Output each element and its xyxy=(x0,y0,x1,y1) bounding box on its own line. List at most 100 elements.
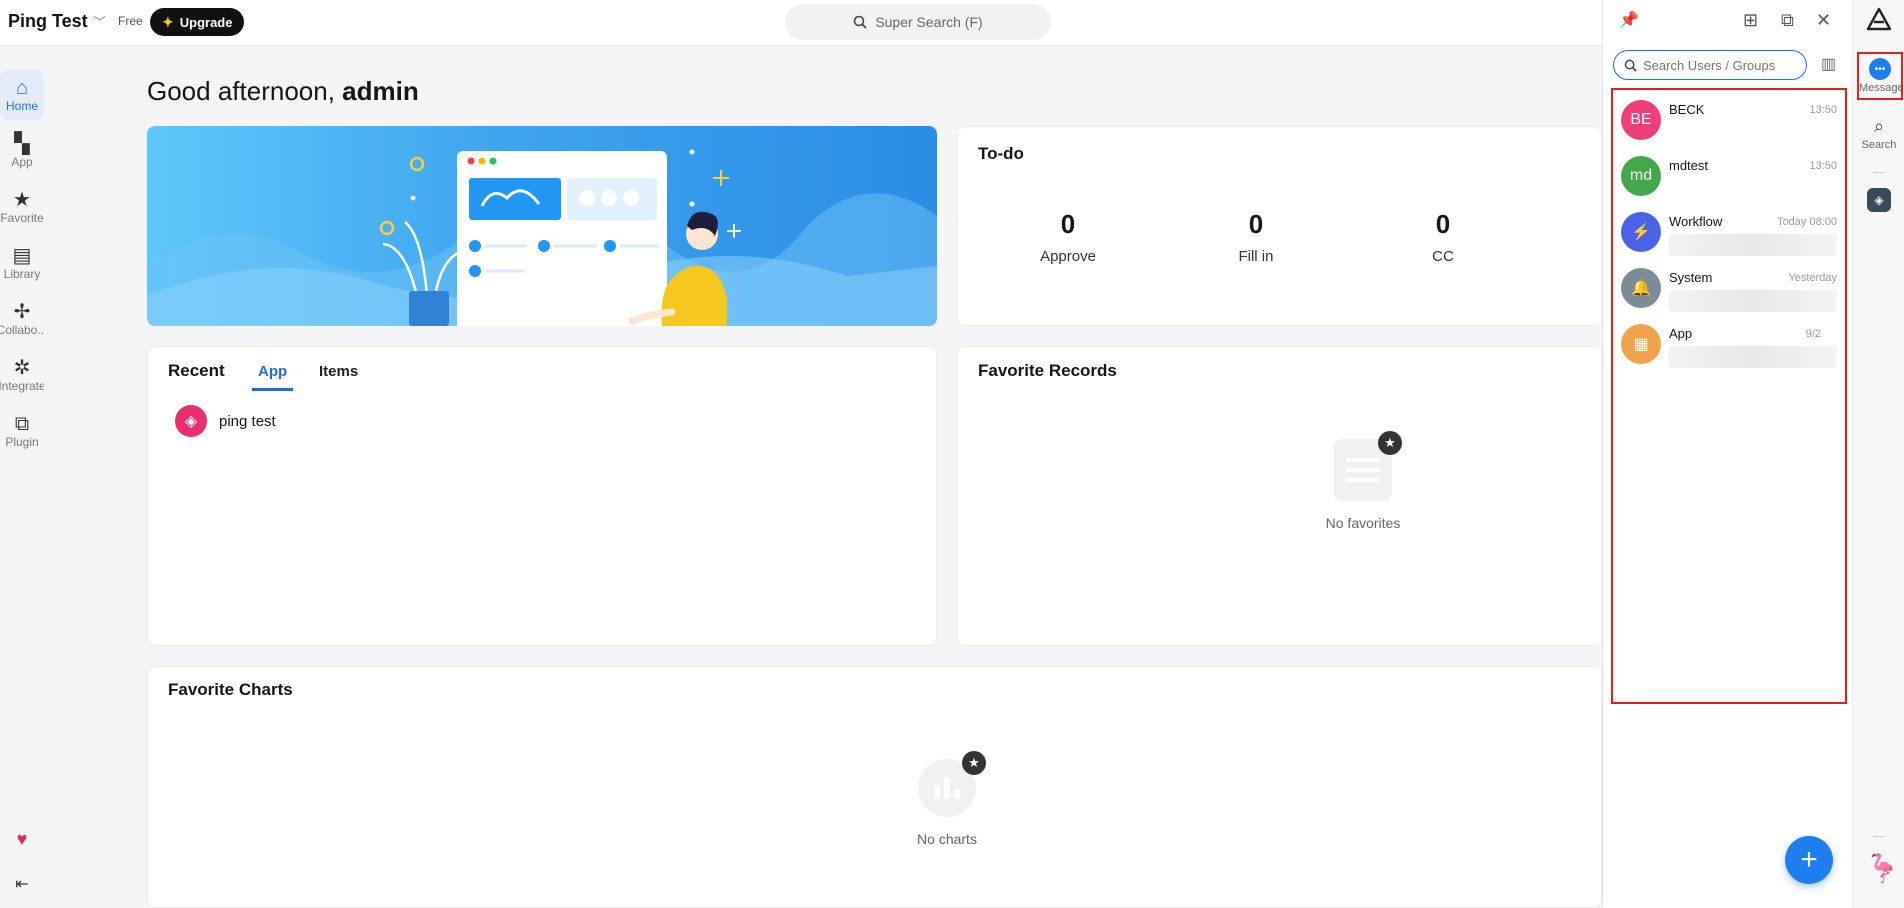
nav-item-app[interactable]: ▚ App xyxy=(0,126,44,176)
empty-state: ★ No favorites xyxy=(1313,431,1413,531)
empty-text: No favorites xyxy=(1325,515,1401,531)
messages-panel: 📌 ⊞ ⧉ ✕ ▥ BE BECK 13:50 md mdtest 13:50 … xyxy=(1602,0,1852,908)
star-icon: ★ xyxy=(13,189,31,211)
avatar: md xyxy=(1621,156,1661,196)
plus-icon: + xyxy=(1800,843,1818,876)
gift-icon[interactable]: ⊞ xyxy=(1743,10,1758,31)
star-badge-icon: ★ xyxy=(1378,431,1402,455)
nav-label: Integrate xyxy=(0,379,44,393)
message-preview-blurred xyxy=(1669,234,1837,256)
message-time: 13:50 xyxy=(1809,160,1837,172)
upgrade-button[interactable]: ✦ Upgrade xyxy=(150,8,245,36)
open-external-icon[interactable]: ⧉ xyxy=(1781,10,1794,31)
list-item[interactable]: ⚡ Workflow Today 08:00 xyxy=(1613,204,1845,260)
heart-icon: ♥ xyxy=(16,829,28,849)
pin-icon[interactable]: 📌 xyxy=(1619,10,1639,30)
message-time: Today 08:00 xyxy=(1777,216,1837,228)
nav-label: Favorite xyxy=(0,211,44,225)
greeting-prefix: Good afternoon, xyxy=(147,76,335,106)
user-search-input[interactable] xyxy=(1643,57,1793,73)
list-item[interactable]: 🔔 System Yesterday xyxy=(1613,260,1845,316)
favorite-records-title: Favorite Records xyxy=(978,361,1117,380)
home-icon: ⌂ xyxy=(15,77,29,99)
store-icon: ▤ xyxy=(12,245,32,267)
list-item[interactable]: ◈ ping test xyxy=(175,405,276,437)
todo-title: To-do xyxy=(978,144,1024,163)
pinwheel-icon: ✢ xyxy=(13,301,31,323)
banner-illustration xyxy=(147,149,937,326)
nav-item-plugin[interactable]: ⧉ Plugin xyxy=(0,406,44,456)
upgrade-label: Upgrade xyxy=(179,14,233,30)
stat-value: 0 xyxy=(1060,209,1076,239)
stat-label: CC xyxy=(1432,248,1454,265)
todo-cc[interactable]: 0 CC xyxy=(1383,209,1503,265)
bell-icon: 🔔 xyxy=(1621,268,1661,308)
left-nav: ⌂ Home ▚ App ★ Favorite ▤ Library ✢ Coll… xyxy=(0,46,44,908)
favorite-records-card: Favorite Records ★ No favorites xyxy=(957,346,1602,646)
rail-message-button[interactable]: ••• Message xyxy=(1857,52,1903,100)
document-icon: ★ xyxy=(1334,431,1402,501)
favorite-charts-card: Favorite Charts ★ No charts xyxy=(147,666,1602,908)
greeting: Good afternoon, admin xyxy=(147,76,419,107)
contacts-icon[interactable]: ▥ xyxy=(1821,54,1836,74)
message-name: Workflow xyxy=(1669,214,1723,229)
heart-button[interactable]: ♥ xyxy=(0,824,44,854)
message-name: System xyxy=(1669,270,1713,285)
collapse-nav-button[interactable]: ⇤ xyxy=(0,870,44,900)
message-time: 13:50 xyxy=(1809,104,1837,116)
nav-item-library[interactable]: ▤ Library xyxy=(0,238,44,288)
stat-label: Fill in xyxy=(1238,248,1274,265)
rail-search-label: Search xyxy=(1861,139,1897,151)
list-item[interactable]: ▦ App 9/2 xyxy=(1613,316,1845,372)
nav-item-collaboration[interactable]: ✢ Collabo... xyxy=(0,294,44,344)
divider xyxy=(1873,172,1885,173)
favorite-charts-title: Favorite Charts xyxy=(168,680,293,699)
message-name: App xyxy=(1669,326,1693,341)
nav-item-home[interactable]: ⌂ Home xyxy=(0,70,44,120)
message-list: BE BECK 13:50 md mdtest 13:50 ⚡ Workflow… xyxy=(1611,88,1847,704)
collapse-menu-icon: ⇤ xyxy=(15,876,29,893)
bar-chart-icon: ★ xyxy=(918,751,986,817)
close-icon[interactable]: ✕ xyxy=(1816,10,1831,31)
todo-fill-in[interactable]: 0 Fill in xyxy=(1196,209,1316,265)
tab-app[interactable]: App xyxy=(252,363,294,391)
greeting-user: admin xyxy=(342,76,419,106)
stat-label: Approve xyxy=(1040,248,1096,265)
message-time: Yesterday xyxy=(1788,272,1837,284)
user-search-field[interactable] xyxy=(1613,50,1807,80)
nav-label: Plugin xyxy=(5,435,39,449)
super-search-bar[interactable]: Super Search (F) xyxy=(785,4,1051,40)
new-message-button[interactable]: + xyxy=(1785,836,1833,884)
nav-label: Library xyxy=(3,267,41,281)
nav-item-integrate[interactable]: ✲ Integrate xyxy=(0,350,44,400)
message-preview-blurred xyxy=(1669,290,1837,312)
right-rail: ••• Message ⌕ Search ◈ 🦩 xyxy=(1852,0,1904,908)
chat-bubble-icon: ••• xyxy=(1869,58,1891,80)
flamingo-mascot-icon[interactable]: 🦩 xyxy=(1865,852,1900,885)
nav-label: Home xyxy=(5,99,38,113)
message-preview-blurred xyxy=(1669,346,1837,368)
grid-icon: ▚ xyxy=(14,133,30,155)
workspace-switcher[interactable]: Ping Test ﹀ xyxy=(8,11,106,32)
empty-text: No charts xyxy=(917,831,977,847)
stat-value: 0 xyxy=(1435,209,1451,239)
logo-icon xyxy=(1866,7,1892,31)
app-grid-icon: ▦ xyxy=(1621,324,1661,364)
welcome-banner xyxy=(147,126,937,326)
super-search-label: Super Search (F) xyxy=(875,14,983,30)
rail-message-label: Message xyxy=(1859,82,1903,94)
rail-search-button[interactable]: ⌕ Search xyxy=(1853,116,1904,151)
list-item[interactable]: md mdtest 13:50 xyxy=(1613,148,1845,204)
search-icon xyxy=(1624,59,1637,72)
cube-icon: ◈ xyxy=(175,405,207,437)
empty-state: ★ No charts xyxy=(897,751,997,847)
app-shortcut-icon[interactable]: ◈ xyxy=(1867,188,1891,212)
puzzle-icon: ⧉ xyxy=(14,413,30,435)
list-item[interactable]: BE BECK 13:50 xyxy=(1613,92,1845,148)
nav-label: App xyxy=(11,155,33,169)
search-icon xyxy=(854,15,867,29)
star-badge-icon: ★ xyxy=(962,751,986,775)
todo-approve[interactable]: 0 Approve xyxy=(1008,209,1128,265)
nav-item-favorite[interactable]: ★ Favorite xyxy=(0,182,44,232)
tab-items[interactable]: Items xyxy=(319,363,358,388)
